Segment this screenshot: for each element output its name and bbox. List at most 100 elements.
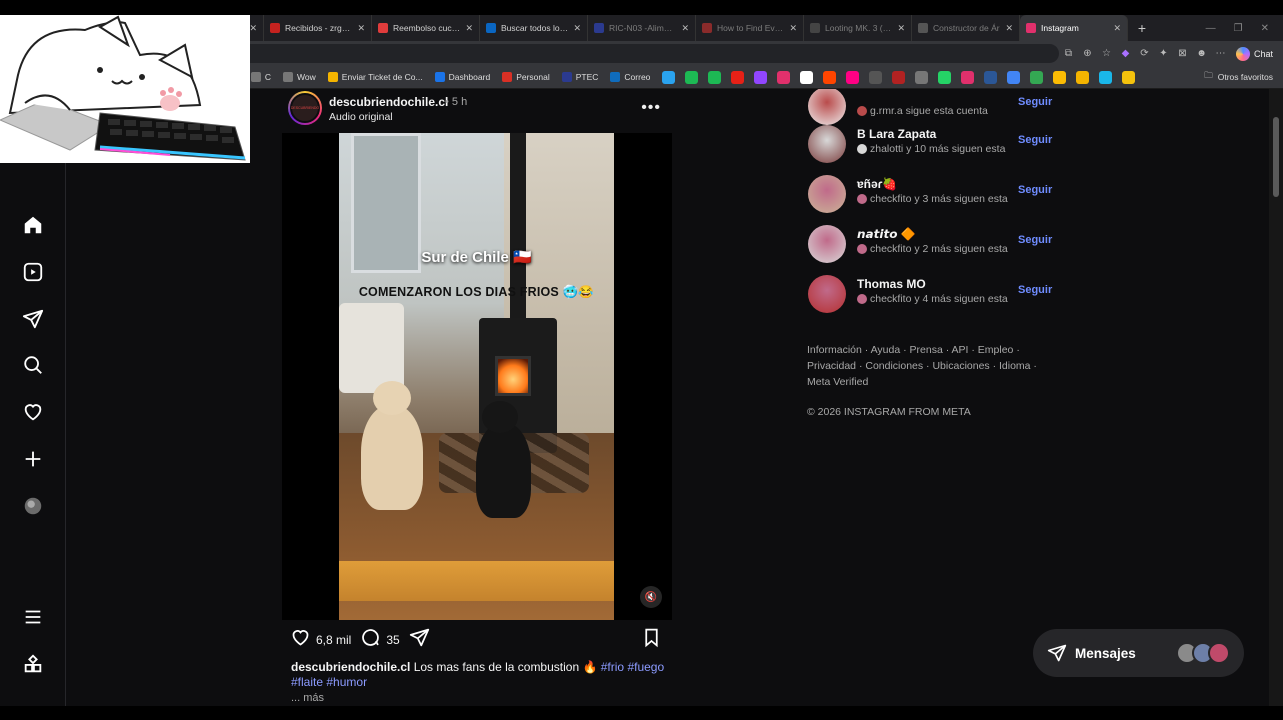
- comment-count[interactable]: 35: [386, 633, 399, 647]
- create-plus-icon[interactable]: [20, 446, 46, 472]
- footer-links-line[interactable]: Meta Verified: [807, 374, 1047, 390]
- post-options-icon[interactable]: •••: [641, 99, 661, 117]
- footer-links-line[interactable]: Información · Ayuda · Prensa · API · Emp…: [807, 342, 1047, 358]
- bookmark-favicon-icon[interactable]: [708, 70, 722, 84]
- tab-close-icon[interactable]: ✕: [681, 23, 689, 34]
- tab-close-icon[interactable]: ✕: [573, 23, 581, 34]
- hashtag[interactable]: #flaite: [291, 675, 323, 689]
- suggested-name[interactable]: 𝙣𝙖𝙩𝙞𝙩𝙤 🔶: [857, 227, 916, 241]
- tab-close-icon[interactable]: ✕: [465, 23, 473, 34]
- follow-button[interactable]: Seguir: [1018, 96, 1052, 108]
- bookmark-favicon-icon[interactable]: [662, 70, 676, 84]
- tab-close-icon[interactable]: ✕: [897, 23, 905, 34]
- home-nav-icon[interactable]: [20, 212, 46, 238]
- suggested-name[interactable]: Thomas MO: [857, 277, 926, 291]
- messages-button[interactable]: Mensajes: [1033, 629, 1244, 677]
- tab-close-icon[interactable]: ✕: [249, 23, 257, 34]
- settings-menu-icon[interactable]: ⋯: [1211, 48, 1230, 59]
- suggested-avatar[interactable]: [808, 225, 846, 263]
- post-username[interactable]: descubriendochile.cl: [329, 95, 448, 109]
- follow-button[interactable]: Seguir: [1018, 184, 1052, 196]
- install-app-icon[interactable]: ⧉: [1059, 48, 1078, 59]
- browser-tab[interactable]: Instagram ✕: [1020, 15, 1128, 41]
- bookmark-favicon-icon[interactable]: [685, 70, 699, 84]
- profile-nav-avatar[interactable]: [20, 493, 46, 519]
- suggested-avatar[interactable]: [808, 89, 846, 125]
- bookmark-favicon-icon[interactable]: [892, 70, 906, 84]
- zoom-icon[interactable]: ⊕: [1078, 48, 1097, 59]
- like-heart-icon[interactable]: [290, 627, 311, 653]
- bookmark-item[interactable]: Correo: [604, 72, 656, 82]
- search-nav-icon[interactable]: [20, 352, 46, 378]
- bookmark-favicon-icon[interactable]: [731, 70, 745, 84]
- browser-tab[interactable]: RIC-N03 -Alimental ✕: [588, 15, 696, 41]
- also-from-meta-icon[interactable]: [20, 651, 46, 677]
- bookmark-favicon-icon[interactable]: [1053, 70, 1067, 84]
- follow-button[interactable]: Seguir: [1018, 234, 1052, 246]
- more-menu-icon[interactable]: [20, 604, 46, 630]
- suggested-name[interactable]: ɐñǝɾ🍓: [857, 177, 897, 191]
- refresh-extension-icon[interactable]: ⟳: [1135, 48, 1154, 59]
- bookmark-favicon-icon[interactable]: [823, 70, 837, 84]
- caption-more-link[interactable]: ... más: [291, 692, 324, 704]
- tab-close-icon[interactable]: ✕: [1005, 23, 1013, 34]
- footer-links-line[interactable]: Privacidad · Condiciones · Ubicaciones ·…: [807, 358, 1047, 374]
- caption-username[interactable]: descubriendochile.cl: [291, 660, 410, 674]
- hashtag[interactable]: #frio: [601, 660, 624, 674]
- bookmark-item[interactable]: Enviar Ticket de Co...: [322, 72, 429, 82]
- browser-tab[interactable]: Looting MK. 3 (Sun ✕: [804, 15, 912, 41]
- bookmark-favicon-icon[interactable]: [754, 70, 768, 84]
- browser-tab[interactable]: Recibidos - zrgone ✕: [264, 15, 372, 41]
- hashtag[interactable]: #humor: [326, 675, 367, 689]
- bookmark-favicon-icon[interactable]: [1099, 70, 1113, 84]
- chat-button[interactable]: Chat: [1235, 46, 1273, 61]
- bookmark-favicon-icon[interactable]: [938, 70, 952, 84]
- bookmark-favicon-icon[interactable]: [869, 70, 883, 84]
- comment-icon[interactable]: [360, 627, 381, 653]
- hashtag[interactable]: #fuego: [627, 660, 664, 674]
- bookmark-item[interactable]: PTEC: [556, 72, 605, 82]
- notifications-heart-icon[interactable]: [20, 399, 46, 425]
- browser-tab[interactable]: How to Find Every ✕: [696, 15, 804, 41]
- bookmark-star-icon[interactable]: ☆: [1097, 48, 1116, 59]
- profile-icon[interactable]: ☻: [1192, 48, 1211, 59]
- follow-button[interactable]: Seguir: [1018, 134, 1052, 146]
- puzzle-icon[interactable]: ✦: [1154, 48, 1173, 59]
- page-scrollbar[interactable]: [1269, 89, 1283, 706]
- other-bookmarks[interactable]: 🗀 Otros favoritos: [1204, 70, 1283, 84]
- suggested-avatar[interactable]: [808, 125, 846, 163]
- browser-tab[interactable]: Reembolso cuchillo ✕: [372, 15, 480, 41]
- bookmark-favicon-icon[interactable]: [800, 70, 814, 84]
- bookmark-favicon-icon[interactable]: [1007, 70, 1021, 84]
- messages-nav-icon[interactable]: [20, 306, 46, 332]
- bookmark-favicon-icon[interactable]: [777, 70, 791, 84]
- browser-tab[interactable]: Constructor de Ár ✕: [912, 15, 1020, 41]
- bookmark-favicon-icon[interactable]: [1030, 70, 1044, 84]
- browser-tab[interactable]: Buscar todos los e ✕: [480, 15, 588, 41]
- post-audio-link[interactable]: Audio original: [329, 111, 393, 123]
- suggested-avatar[interactable]: [808, 175, 846, 213]
- minimize-icon[interactable]: —: [1206, 23, 1216, 34]
- tab-close-icon[interactable]: ✕: [789, 23, 797, 34]
- restore-icon[interactable]: ❐: [1234, 23, 1243, 34]
- scrollbar-thumb[interactable]: [1273, 117, 1279, 197]
- bookmark-favicon-icon[interactable]: [915, 70, 929, 84]
- post-video[interactable]: Sur de Chile 🇨🇱 COMENZARON LOS DIAS FRIO…: [282, 133, 672, 620]
- post-author-avatar[interactable]: DESCUBRIENDO: [288, 91, 322, 125]
- new-tab-button[interactable]: +: [1128, 20, 1156, 36]
- bookmark-favicon-icon[interactable]: [1122, 70, 1136, 84]
- reels-nav-icon[interactable]: [20, 259, 46, 285]
- bookmark-item[interactable]: Personal: [496, 72, 556, 82]
- tab-close-icon[interactable]: ✕: [357, 23, 365, 34]
- mute-icon[interactable]: 🔇: [640, 586, 662, 608]
- suggested-name[interactable]: B Lara Zapata: [857, 127, 936, 141]
- follow-button[interactable]: Seguir: [1018, 284, 1052, 296]
- like-count[interactable]: 6,8 mil: [316, 633, 351, 647]
- bookmark-favicon-icon[interactable]: [984, 70, 998, 84]
- extension-icon[interactable]: ◆: [1116, 48, 1135, 59]
- bookmark-item[interactable]: Wow: [277, 72, 322, 82]
- bookmark-favicon-icon[interactable]: [846, 70, 860, 84]
- tab-close-icon[interactable]: ✕: [1113, 23, 1121, 34]
- bookmark-favicon-icon[interactable]: [961, 70, 975, 84]
- collections-icon[interactable]: ⊠: [1173, 48, 1192, 59]
